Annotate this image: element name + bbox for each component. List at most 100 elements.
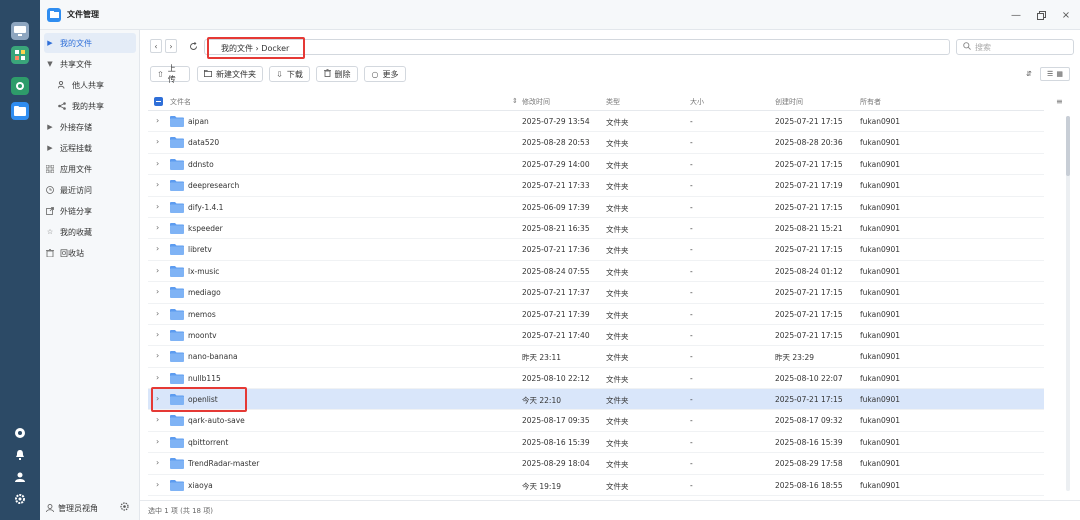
expand-chevron-icon[interactable]: › xyxy=(156,137,159,146)
expand-chevron-icon[interactable]: › xyxy=(156,116,159,125)
sidebar-item-my-files[interactable]: ▶ 我的文件 xyxy=(44,33,136,53)
sidebar-item-recent[interactable]: 最近访问 xyxy=(44,180,136,200)
help-icon[interactable] xyxy=(11,424,29,442)
column-header-modified[interactable]: 修改时间 xyxy=(522,97,550,107)
column-header-name[interactable]: 文件名 xyxy=(170,97,191,107)
file-owner: fukan0901 xyxy=(860,245,901,255)
expand-chevron-icon[interactable]: › xyxy=(156,309,159,318)
user-icon[interactable] xyxy=(11,468,29,486)
download-button[interactable]: ⇩ 下载 xyxy=(269,66,310,82)
table-row[interactable]: › kspeeder 2025-08-21 16:35 文件夹 - 2025-08-21 … xyxy=(148,218,1044,240)
modified-time: 2025-07-21 17:36 xyxy=(522,245,590,255)
sidebar-item-label: 应用文件 xyxy=(60,164,92,174)
sidebar-item-shared-files[interactable]: ▼ 共享文件 xyxy=(44,54,136,74)
expand-chevron-icon[interactable]: › xyxy=(156,330,159,339)
file-owner: fukan0901 xyxy=(860,373,901,383)
expand-chevron-icon[interactable]: › xyxy=(156,373,159,382)
expand-chevron-icon[interactable]: › xyxy=(156,180,159,189)
expand-chevron-icon[interactable]: › xyxy=(156,266,159,275)
file-manager-icon[interactable] xyxy=(11,102,29,120)
table-row[interactable]: › mediago 2025-07-21 17:37 文件夹 - 2025-07-21 1… xyxy=(148,282,1044,304)
trash-icon xyxy=(44,249,56,257)
folder-icon xyxy=(170,201,184,213)
expand-chevron-icon[interactable]: › xyxy=(156,458,159,467)
upload-button[interactable]: ⇧ 上传 xyxy=(150,64,190,84)
table-row[interactable]: › lx-music 2025-08-24 07:55 文件夹 - 2025-08-24 … xyxy=(148,261,1044,283)
sidebar-item-recycle-bin[interactable]: 回收站 xyxy=(44,243,136,263)
minimize-button[interactable]: — xyxy=(1010,9,1022,21)
expand-chevron-icon[interactable]: › xyxy=(156,437,159,446)
table-row[interactable]: › dify-1.4.1 2025-06-09 17:39 文件夹 - 2025-07-2… xyxy=(148,197,1044,218)
table-row[interactable]: › data520 2025-08-28 20:53 文件夹 - 2025-08-28 2… xyxy=(148,132,1044,154)
file-owner: fukan0901 xyxy=(860,288,901,298)
sidebar-item-favorites[interactable]: ☆ 我的收藏 xyxy=(44,222,136,242)
sidebar-item-remote-mount[interactable]: ▶ 远程挂载 xyxy=(44,138,136,158)
table-row[interactable]: › deepresearch 2025-07-21 17:33 文件夹 - 2025-07… xyxy=(148,175,1044,197)
sidebar-item-label: 最近访问 xyxy=(60,185,92,195)
created-time: 2025-08-10 22:07 xyxy=(775,373,843,383)
back-button[interactable]: ‹ xyxy=(150,39,162,53)
folder-icon xyxy=(170,180,184,192)
table-row[interactable]: › ddnsto 2025-07-29 14:00 文件夹 - 2025-07-21 17… xyxy=(148,154,1044,176)
sort-button[interactable]: ⇵ xyxy=(1022,67,1036,81)
table-row[interactable]: › libretv 2025-07-21 17:36 文件夹 - 2025-07-21 1… xyxy=(148,239,1044,261)
view-mode-toggle[interactable]: ☰ ▦ xyxy=(1040,67,1070,81)
column-header-owner[interactable]: 所有者 xyxy=(860,97,881,107)
table-row[interactable]: › qark-auto-save 2025-08-17 09:35 文件夹 - 2025-… xyxy=(148,410,1044,432)
admin-view-toggle[interactable]: 管理员视角 xyxy=(46,503,98,514)
column-settings-icon[interactable]: ≡ xyxy=(1056,97,1063,106)
delete-button[interactable]: 删除 xyxy=(316,66,358,82)
table-row[interactable]: › nullb115 2025-08-10 22:12 文件夹 - 2025-08-10 … xyxy=(148,368,1044,390)
modified-time: 2025-07-21 17:33 xyxy=(522,181,590,191)
sidebar-settings-icon[interactable] xyxy=(120,502,129,513)
path-bar[interactable]: 我的文件 › Docker xyxy=(204,39,950,55)
search-input[interactable]: 搜索 xyxy=(956,39,1074,55)
notification-bell-icon[interactable] xyxy=(11,446,29,464)
table-row[interactable]: › openlist 今天 22:10 文件夹 -2025-07-21 17:15 fuk… xyxy=(148,389,1044,411)
table-row[interactable]: › aipan 2025-07-29 13:54 文件夹 - 2025-07-21 17:… xyxy=(148,111,1044,133)
created-time: 2025-08-16 18:55 xyxy=(775,480,843,490)
expand-chevron-icon[interactable]: › xyxy=(156,223,159,232)
table-row[interactable]: › nano-banana 昨天 23:11 文件夹 - 昨天 23:29 fukan090… xyxy=(148,346,1044,368)
expand-chevron-icon[interactable]: › xyxy=(156,351,159,360)
settings-gear-icon[interactable] xyxy=(11,490,29,508)
table-row[interactable]: › xiaoya 今天 19:19 文件夹 - 2025-08-16 18:55 fukan… xyxy=(148,475,1044,497)
sidebar-item-external-links[interactable]: 外链分享 xyxy=(44,201,136,221)
new-folder-button[interactable]: 新建文件夹 xyxy=(197,66,263,82)
file-size: - xyxy=(690,117,693,126)
expand-chevron-icon[interactable]: › xyxy=(156,244,159,253)
desktop-icon[interactable] xyxy=(11,22,29,40)
sidebar-item-external-storage[interactable]: ▶ 外接存储 xyxy=(44,117,136,137)
sidebar-item-app-files[interactable]: 应用文件 xyxy=(44,159,136,179)
expand-chevron-icon[interactable]: › xyxy=(156,415,159,424)
column-header-size[interactable]: 大小 xyxy=(690,97,704,107)
file-type: 文件夹 xyxy=(606,438,629,448)
column-header-type[interactable]: 类型 xyxy=(606,97,620,107)
app-center-icon[interactable] xyxy=(11,46,29,64)
created-time: 2025-08-24 01:12 xyxy=(775,266,843,276)
vertical-scrollbar[interactable] xyxy=(1066,116,1070,491)
expand-chevron-icon[interactable]: › xyxy=(156,287,159,296)
table-row[interactable]: › TrendRadar-master 2025-08-29 18:04 文件夹 - 20… xyxy=(148,453,1044,475)
title-bar: 文件管理 — × xyxy=(40,0,1080,30)
expand-chevron-icon[interactable]: › xyxy=(156,159,159,168)
close-button[interactable]: × xyxy=(1060,9,1072,21)
sidebar-item-my-shares[interactable]: 我的共享 xyxy=(56,96,136,116)
expand-chevron-icon[interactable]: › xyxy=(156,480,159,489)
scrollbar-thumb[interactable] xyxy=(1066,116,1070,176)
forward-button[interactable]: › xyxy=(165,39,177,53)
docker-icon[interactable] xyxy=(11,77,29,95)
new-folder-icon xyxy=(204,69,212,79)
file-owner: fukan0901 xyxy=(860,223,901,233)
table-row[interactable]: › qbittorrent 2025-08-16 15:39 文件夹 - 2025-08-… xyxy=(148,432,1044,454)
expand-chevron-icon[interactable]: › xyxy=(156,202,159,211)
folder-icon xyxy=(170,436,184,448)
select-all-checkbox[interactable] xyxy=(154,97,163,106)
table-row[interactable]: › moontv 2025-07-21 17:40 文件夹 - 2025-07-21 17… xyxy=(148,325,1044,347)
sidebar-item-shared-with-me[interactable]: 他人共享 xyxy=(56,75,136,95)
table-row[interactable]: › memos 2025-07-21 17:39 文件夹 - 2025-07-21 17:… xyxy=(148,304,1044,325)
refresh-button[interactable] xyxy=(187,40,199,52)
column-header-created[interactable]: 创建时间 xyxy=(775,97,803,107)
more-button[interactable]: ○ 更多 xyxy=(364,66,406,82)
maximize-button[interactable] xyxy=(1035,9,1047,21)
